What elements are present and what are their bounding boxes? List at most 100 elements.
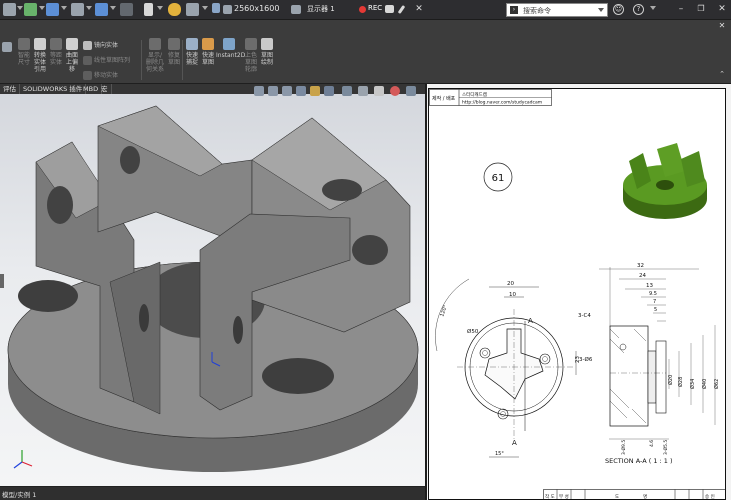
minimize-icon[interactable]: – [675, 3, 687, 15]
display-label: 显示器 1 [307, 5, 335, 13]
button-label: 草图 绘制 [260, 52, 273, 66]
linear-pattern-icon [83, 56, 92, 65]
lug-hole [322, 179, 362, 201]
search-input[interactable]: › 搜索命令 [506, 3, 608, 17]
instant2d-button[interactable]: Instant2D [216, 38, 246, 59]
help-icon[interactable]: ? [633, 4, 644, 15]
dim-7: 7 [653, 299, 656, 305]
display-style-icon[interactable] [342, 86, 352, 96]
quick-snaps-button[interactable]: 快速 捕捉 [184, 38, 200, 66]
chevron-down-icon[interactable] [202, 6, 208, 10]
shaded-sketch-contours-button[interactable]: 上色 草图 轮廓 [243, 38, 259, 73]
rebuild-traffic-light-icon[interactable] [168, 3, 181, 16]
tab-evaluate[interactable]: 评估 [0, 84, 20, 94]
heads-up-view-toolbar [252, 84, 424, 98]
record-icon[interactable] [359, 6, 366, 13]
display-relations-button[interactable]: 显示/ 删除几 何关系 [145, 38, 165, 73]
save-icon[interactable] [46, 3, 59, 16]
hide-show-items-icon[interactable] [358, 86, 368, 96]
button-label: 转换 实体 引用 [33, 52, 46, 73]
repair-sketch-button[interactable]: 修复 草图 [166, 38, 182, 66]
front-view [435, 278, 577, 458]
mirror-entities-icon [83, 41, 92, 50]
display-relations-icon [149, 38, 161, 50]
file-properties-icon[interactable] [186, 3, 199, 16]
move-entities-icon [83, 71, 92, 80]
zoom-to-area-icon[interactable] [268, 86, 278, 96]
dim-d40: Ø40 [701, 379, 708, 389]
chevron-down-icon[interactable] [17, 6, 23, 10]
rec-label: REC [368, 4, 383, 12]
close-window-icon[interactable]: ✕ [716, 3, 728, 15]
section-title: SECTION A-A ( 1 : 1 ) [605, 457, 673, 465]
offset-on-surface-button[interactable]: 曲面 上偏 移 [64, 38, 80, 73]
edit-appearance-icon[interactable] [374, 86, 384, 96]
print-icon[interactable] [71, 3, 84, 16]
tab-macro[interactable]: 宏 [98, 84, 112, 94]
titleblock-label: 제작 / 배포 [432, 95, 456, 102]
chevron-down-icon[interactable] [39, 6, 45, 10]
repair-sketch-icon [168, 38, 180, 50]
close-icon[interactable]: ✕ [413, 3, 425, 15]
dim-chamfer: 3-C4 [578, 313, 591, 319]
collapse-ribbon-icon[interactable]: ⌃ [716, 68, 728, 80]
select-arrow-icon[interactable] [144, 3, 153, 16]
button-label: 智能 尺寸 [17, 52, 30, 66]
close-doc-icon[interactable]: ✕ [716, 20, 728, 32]
convert-entities-button[interactable]: 转换 实体 引用 [32, 38, 48, 73]
dim-13: 13 [646, 283, 653, 289]
mirror-entities-button[interactable]: 镜向实体 [83, 40, 118, 50]
button-label: Instant2D [216, 52, 246, 59]
problem-number: 61 [492, 173, 505, 184]
shaded-sketch-contours-icon [245, 38, 257, 50]
offset-entities-button[interactable]: 等距 实体 [48, 38, 64, 66]
chevron-down-icon[interactable] [61, 6, 67, 10]
section-marker-bottom: A [512, 439, 517, 447]
move-entities-button[interactable]: 移动实体 [83, 70, 118, 80]
chevron-down-icon[interactable] [110, 6, 116, 10]
zoom-to-fit-icon[interactable] [254, 86, 264, 96]
dynamic-annotation-icon[interactable] [310, 86, 320, 96]
titleblock-url: http://blog.naver.com/studycadcam [462, 100, 542, 106]
user-icon[interactable]: ☺ [613, 4, 624, 15]
button-label: 显示/ 删除几 何关系 [145, 52, 164, 73]
linear-pattern-button[interactable]: 线性草图阵列 [83, 55, 130, 65]
camera-icon[interactable] [385, 5, 394, 13]
chevron-down-icon[interactable] [86, 6, 92, 10]
part-model [7, 105, 419, 472]
sketch-button[interactable]: 草图 绘制 [259, 38, 275, 66]
table-header: 작 도 [545, 493, 555, 500]
chevron-down-icon[interactable] [650, 6, 656, 10]
section-view [599, 267, 716, 440]
rapid-sketch-button[interactable]: 快速 草图 [200, 38, 216, 66]
link-icon[interactable] [2, 42, 12, 52]
collapse-panel-handle[interactable] [0, 274, 4, 288]
tab-solidworks-addins[interactable]: SOLIDWORKS 插件 [20, 84, 87, 94]
button-label: 线性草图阵列 [94, 57, 131, 64]
offset-on-surface-icon [66, 38, 78, 50]
new-document-icon[interactable] [3, 3, 16, 16]
open-file-icon[interactable] [24, 3, 37, 16]
previous-view-icon[interactable] [282, 86, 292, 96]
dim-24: 24 [639, 273, 646, 279]
chevron-down-icon[interactable] [157, 6, 163, 10]
iso-preview-image [623, 143, 707, 219]
dim-d34: Ø34 [689, 379, 696, 389]
dim-32: 32 [637, 263, 644, 269]
model-tab-label[interactable]: 模型/实例 1 [2, 489, 36, 499]
dim-d28: Ø28 [677, 377, 684, 387]
view-settings-icon[interactable] [406, 86, 416, 96]
view-orientation-icon[interactable] [324, 86, 334, 96]
pen-icon[interactable] [397, 4, 406, 15]
button-label: 移动实体 [94, 72, 119, 79]
apply-scene-icon[interactable] [390, 86, 400, 96]
pin-icon[interactable] [212, 3, 220, 13]
search-dropdown-icon[interactable] [598, 8, 604, 12]
graphics-area[interactable] [0, 94, 425, 486]
redo-icon[interactable] [120, 3, 133, 16]
titleblock-brand: 스터디캐드캠 [462, 91, 487, 98]
restore-icon[interactable]: ❐ [695, 3, 707, 15]
section-view-icon[interactable] [296, 86, 306, 96]
smart-dimension-button[interactable]: 智能 尺寸 [16, 38, 32, 66]
undo-icon[interactable] [95, 3, 108, 16]
